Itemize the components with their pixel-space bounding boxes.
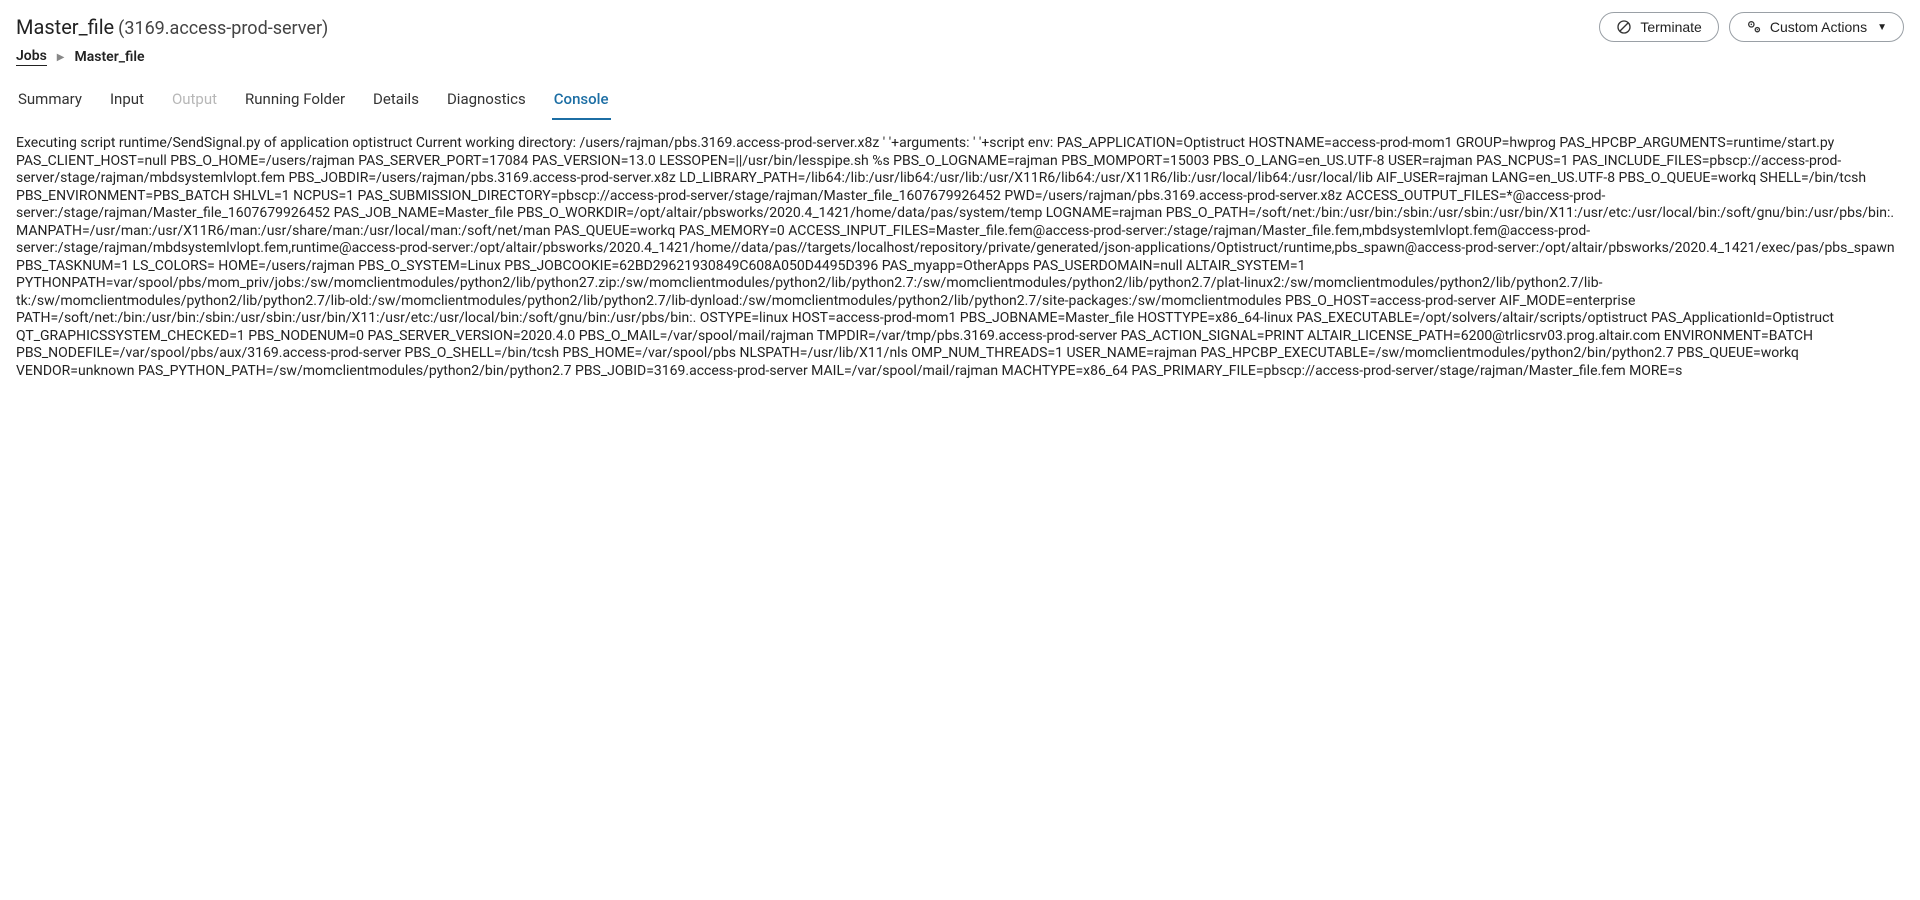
tab-details[interactable]: Details: [371, 84, 421, 120]
header-row: Master_file (3169.access-prod-server) Te…: [16, 12, 1904, 42]
tab-console[interactable]: Console: [552, 84, 611, 120]
terminate-label: Terminate: [1640, 19, 1701, 35]
terminate-button[interactable]: Terminate: [1599, 12, 1718, 42]
console-output: Executing script runtime/SendSignal.py o…: [16, 135, 1904, 380]
cancel-icon: [1616, 19, 1632, 35]
header-actions: Terminate Custom Actions ▼: [1599, 12, 1904, 42]
breadcrumb-separator-icon: ▶: [57, 52, 65, 63]
gears-icon: [1746, 19, 1762, 35]
page-title: Master_file: [16, 15, 114, 39]
tab-summary[interactable]: Summary: [16, 84, 84, 120]
tab-running-folder[interactable]: Running Folder: [243, 84, 347, 120]
custom-actions-button[interactable]: Custom Actions ▼: [1729, 12, 1904, 42]
breadcrumb: Jobs ▶ Master_file: [16, 48, 1904, 66]
page-title-block: Master_file (3169.access-prod-server): [16, 15, 328, 39]
breadcrumb-current: Master_file: [75, 49, 145, 65]
tab-diagnostics[interactable]: Diagnostics: [445, 84, 528, 120]
chevron-down-icon: ▼: [1877, 22, 1887, 33]
custom-actions-label: Custom Actions: [1770, 19, 1867, 35]
tab-input[interactable]: Input: [108, 84, 146, 120]
page-subtitle: (3169.access-prod-server): [118, 18, 328, 39]
tab-output: Output: [170, 84, 219, 120]
breadcrumb-root-link[interactable]: Jobs: [16, 48, 47, 66]
tab-bar: Summary Input Output Running Folder Deta…: [16, 84, 1904, 121]
